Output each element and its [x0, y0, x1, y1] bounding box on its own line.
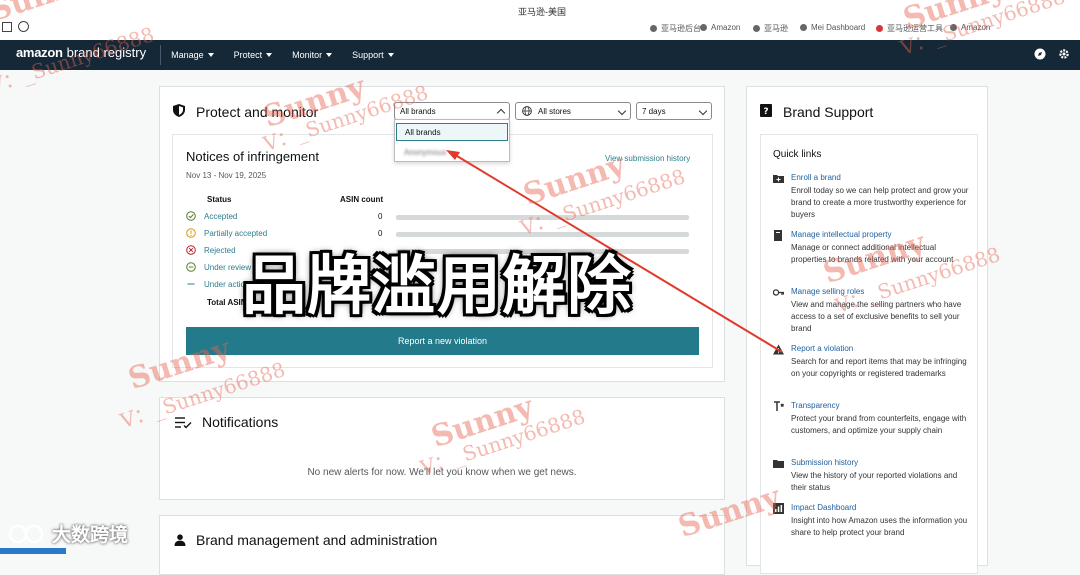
- minus-circle-icon: [186, 262, 196, 272]
- period-filter-select[interactable]: 7 days: [636, 102, 712, 120]
- browser-left-controls: [2, 21, 29, 32]
- alert-circle-icon: [186, 228, 196, 238]
- help-book-icon: ?: [760, 104, 772, 117]
- bookmark-icon: [753, 25, 760, 32]
- status-column-header: Status: [207, 195, 232, 204]
- book-icon: [774, 230, 782, 241]
- caret-down-icon: [266, 53, 273, 57]
- status-row-accepted: Accepted: [186, 211, 237, 221]
- bookmark-item[interactable]: 亚马逊后台: [650, 23, 701, 34]
- chevron-up-icon: [496, 108, 506, 118]
- bottom-left-tab-chip: [0, 548, 66, 554]
- asin-count-column-header: ASIN count: [340, 195, 384, 204]
- status-row-rejected: Rejected: [186, 245, 236, 255]
- report-new-violation-button[interactable]: Report a new violation: [186, 327, 699, 355]
- dropdown-option-all-brands[interactable]: All brands: [396, 123, 508, 141]
- top-nav: amazon brand registry Manage Protect Mon…: [0, 40, 1080, 70]
- caret-down-icon: [387, 53, 394, 57]
- accepted-bar: [396, 215, 689, 220]
- browser-tab-title[interactable]: 亚马逊-美国: [518, 5, 566, 18]
- notifications-empty-message: No new alerts for now. We'll let you kno…: [307, 467, 577, 478]
- browser-logo-icon: [18, 21, 29, 32]
- nav-monitor[interactable]: Monitor: [282, 50, 342, 60]
- sidebar-toggle-icon[interactable]: [2, 21, 12, 32]
- check-circle-icon: [186, 211, 196, 221]
- notices-date-range: Nov 13 - Nov 19, 2025: [186, 171, 267, 180]
- chevron-down-icon: [617, 106, 627, 116]
- brand-filter-select[interactable]: All brands: [394, 102, 510, 120]
- bookmark-item[interactable]: Amazon: [700, 23, 740, 32]
- bookmark-icon: [650, 25, 657, 32]
- svg-text:?: ?: [763, 107, 768, 117]
- warning-icon: [773, 344, 784, 355]
- corner-channel-logo: 大数跨境: [8, 520, 128, 547]
- view-submission-history-link[interactable]: View submission history: [605, 154, 690, 163]
- protect-monitor-title: Protect and monitor: [196, 104, 319, 120]
- add-folder-icon: [773, 175, 784, 183]
- notifications-title: Notifications: [202, 414, 279, 430]
- notices-title: Notices of infringement: [186, 149, 319, 164]
- nav-manage[interactable]: Manage: [161, 50, 224, 60]
- person-icon: [174, 534, 186, 546]
- caret-down-icon: [207, 53, 214, 57]
- bookmark-icon: [700, 24, 707, 31]
- compass-icon[interactable]: [1034, 48, 1046, 60]
- store-filter-select[interactable]: All stores: [515, 102, 631, 120]
- notifications-card: [159, 397, 725, 500]
- notification-list-icon: [175, 417, 192, 429]
- transparency-icon: [774, 401, 784, 411]
- brand-dropdown-menu: All brands Anonymous: [394, 119, 510, 162]
- key-icon: [773, 289, 784, 296]
- nav-right-icons: [1034, 48, 1070, 60]
- bookmark-item[interactable]: 亚马逊运营工具: [876, 23, 943, 34]
- dropdown-option-brand[interactable]: Anonymous: [396, 143, 508, 161]
- brand-registry-logo[interactable]: amazon brand registry: [0, 45, 162, 65]
- x-circle-icon: [186, 245, 196, 255]
- overlay-caption: 品牌滥用解除: [242, 250, 632, 324]
- browser-chrome: 亚马逊-美国 亚马逊后台 Amazon 亚马逊 Mei Dashboard 亚马…: [0, 0, 1080, 40]
- accepted-count: 0: [378, 212, 383, 221]
- quick-links-heading: Quick links: [773, 149, 822, 160]
- globe-icon: [522, 106, 532, 116]
- bookmark-item[interactable]: Mei Dashboard: [800, 23, 865, 32]
- brand-support-title: Brand Support: [783, 104, 874, 120]
- nav-protect[interactable]: Protect: [224, 50, 283, 60]
- caret-down-icon: [326, 53, 333, 57]
- bookmark-icon: [800, 24, 807, 31]
- nav-support[interactable]: Support: [342, 50, 404, 60]
- status-row-under-action: Under action: [186, 279, 249, 289]
- bookmark-icon: [950, 24, 957, 31]
- folder-icon: [773, 460, 784, 468]
- gear-icon[interactable]: [1058, 48, 1070, 60]
- channel-logo-icon: [8, 524, 44, 543]
- bookmark-icon: [876, 25, 883, 32]
- dashboard-icon: [773, 503, 784, 514]
- shield-icon: [173, 104, 185, 117]
- bookmark-item[interactable]: Amazon: [950, 23, 990, 32]
- brand-management-title: Brand management and administration: [196, 532, 438, 548]
- bookmark-item[interactable]: 亚马逊: [753, 23, 788, 34]
- chevron-down-icon: [698, 106, 708, 116]
- dash-icon: [187, 283, 195, 285]
